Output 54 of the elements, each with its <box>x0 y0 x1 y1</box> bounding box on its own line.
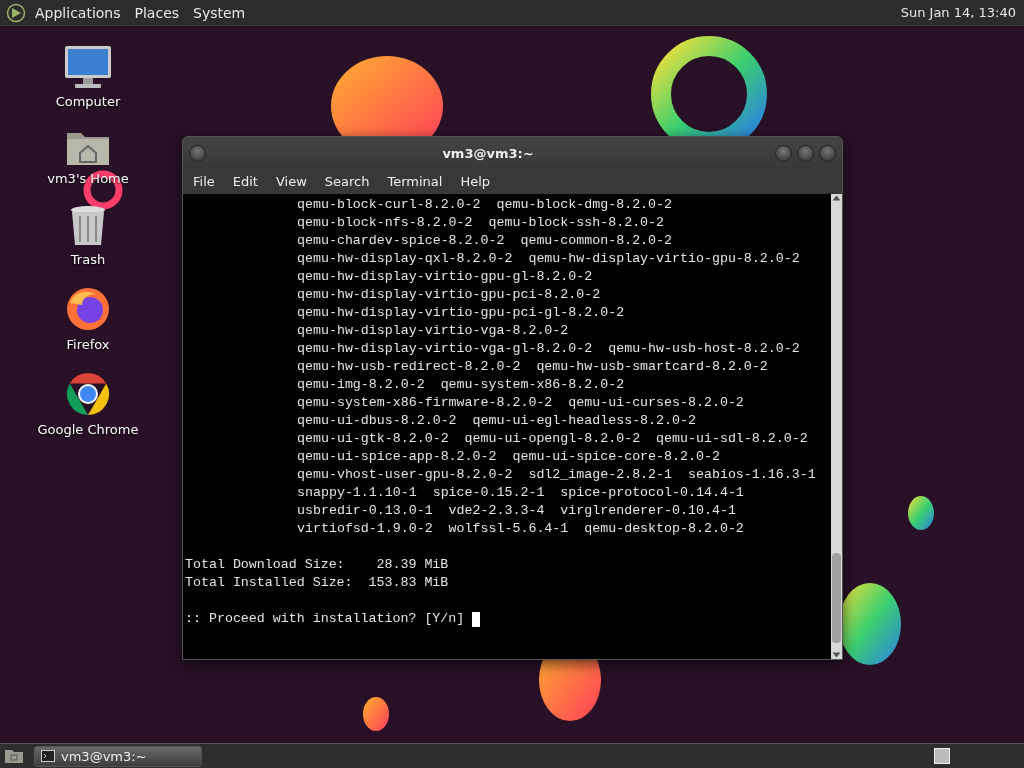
menu-item[interactable]: Help <box>454 174 499 189</box>
terminal-line: snappy-1.1.10-1 spice-0.15.2-1 spice-protocol-0.14.4-1 <box>296 484 745 502</box>
terminal-line: usbredir-0.13.0-1 vde2-2.3.3-4 virglrenderer-0.10.4-1 <box>296 502 737 520</box>
terminal-line: qemu-vhost-user-gpu-8.2.0-2 sdl2_image-2.8.2-1 seabios-1.16.3-1 <box>296 466 817 484</box>
terminal-line: qemu-ui-dbus-8.2.0-2 qemu-ui-egl-headless-8.2.0-2 <box>296 412 697 430</box>
panel-menu[interactable]: Applications <box>30 4 126 21</box>
show-desktop-icon[interactable] <box>4 748 24 764</box>
window-menu-button[interactable] <box>189 144 206 162</box>
terminal-line: qemu-hw-display-qxl-8.2.0-2 qemu-hw-display-virtio-gpu-8.2.0-2 <box>296 250 801 268</box>
clock[interactable]: Sun Jan 14, 13:40 <box>900 5 1016 20</box>
distro-logo-icon[interactable] <box>6 2 26 23</box>
text-cursor <box>472 611 481 627</box>
browser-circle-icon <box>64 370 112 418</box>
terminal-line: virtiofsd-1.9.0-2 wolfssl-5.6.4-1 qemu-desktop-8.2.0-2 <box>296 520 745 538</box>
trash-can-icon <box>69 204 107 248</box>
menu-item[interactable]: Edit <box>226 174 266 189</box>
menu-item[interactable]: Terminal <box>381 174 451 189</box>
menu-item[interactable]: Search <box>318 174 378 189</box>
scrollbar-thumb[interactable] <box>832 553 841 643</box>
terminal-line: qemu-hw-display-virtio-vga-gl-8.2.0-2 qemu-hw-usb-host-8.2.0-2 <box>296 340 801 358</box>
close-button[interactable] <box>819 144 836 162</box>
minimize-button[interactable] <box>775 144 792 162</box>
panel-menu[interactable]: System <box>188 4 251 21</box>
terminal-line: qemu-hw-usb-redirect-8.2.0-2 qemu-hw-usb-smartcard-8.2.0-2 <box>296 358 769 376</box>
terminal-line: qemu-chardev-spice-8.2.0-2 qemu-common-8.2.0-2 <box>296 232 674 250</box>
terminal-prompt: :: Proceed with installation? [Y/n] <box>185 610 465 628</box>
terminal-line: qemu-ui-spice-app-8.2.0-2 qemu-ui-spice-core-8.2.0-2 <box>296 448 721 466</box>
workspace-switcher[interactable] <box>934 748 950 764</box>
terminal-line: Total Installed Size: 153.83 MiB <box>185 574 450 592</box>
terminal-line: qemu-hw-display-virtio-vga-8.2.0-2 <box>296 322 570 340</box>
taskbar-button[interactable]: vm3@vm3:~ <box>34 745 202 767</box>
window-title: vm3@vm3:~ <box>441 145 535 161</box>
terminal-line: qemu-system-x86-firmware-8.2.0-2 qemu-ui-curses-8.2.0-2 <box>296 394 745 412</box>
scroll-down-icon[interactable] <box>832 651 841 659</box>
fox-globe-icon <box>64 285 112 333</box>
desktop-icon-label[interactable]: Computer <box>55 94 121 109</box>
terminal-line: qemu-hw-display-virtio-gpu-gl-8.2.0-2 <box>296 268 594 286</box>
desktop-icon-label[interactable]: Firefox <box>66 337 110 352</box>
terminal-line: qemu-img-8.2.0-2 qemu-system-x86-8.2.0-2 <box>296 376 626 394</box>
terminal-icon <box>41 750 55 762</box>
terminal-line: qemu-hw-display-virtio-gpu-pci-8.2.0-2 <box>296 286 602 304</box>
terminal-line: Total Download Size: 28.39 MiB <box>185 556 450 574</box>
maximize-button[interactable] <box>797 144 814 162</box>
desktop-icon-label[interactable]: Google Chrome <box>37 422 139 437</box>
terminal-line: qemu-block-curl-8.2.0-2 qemu-block-dmg-8.2.0-2 <box>296 196 674 214</box>
desktop-icon-label[interactable]: Trash <box>70 252 106 267</box>
terminal-line: qemu-block-nfs-8.2.0-2 qemu-block-ssh-8.2.0-2 <box>296 214 666 232</box>
scrollbar[interactable] <box>831 194 842 659</box>
computer-monitor-icon <box>63 44 113 90</box>
terminal-line: qemu-ui-gtk-8.2.0-2 qemu-ui-opengl-8.2.0-2 qemu-ui-sdl-8.2.0-2 <box>296 430 809 448</box>
menu-item[interactable]: File <box>187 174 223 189</box>
menu-item[interactable]: View <box>269 174 315 189</box>
panel-menu[interactable]: Places <box>129 4 185 21</box>
terminal-line: qemu-hw-display-virtio-gpu-pci-gl-8.2.0-2 <box>296 304 626 322</box>
